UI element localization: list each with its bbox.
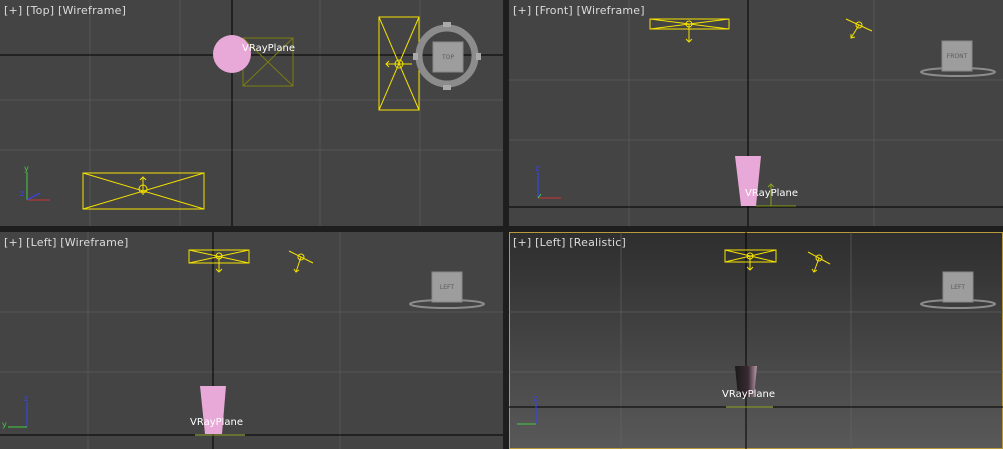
viewport-top[interactable]: [+] [Top] [Wireframe] TOP y z VRayPlane <box>0 0 503 226</box>
viewport-menu-plus[interactable]: [+] <box>4 4 22 17</box>
light-gizmo-horizontal <box>724 249 777 271</box>
viewport-left[interactable]: [+] [Left] [Wireframe] LEFT z y VRayPlan… <box>0 232 503 449</box>
object-label-vrayplane: VRayPlane <box>190 417 244 428</box>
axis-tripod-icon: z y <box>2 394 28 429</box>
viewport-front[interactable]: [+] [Front] [Wireframe] FRONT z VRayPlan… <box>509 0 1003 226</box>
viewport-shading-mode[interactable]: [Wireframe] <box>58 4 126 17</box>
viewcube-face-label: LEFT <box>440 284 454 291</box>
viewport-shading-mode[interactable]: [Wireframe] <box>577 4 645 17</box>
light-gizmo-horizontal <box>188 249 250 273</box>
object-label-vrayplane: VRayPlane <box>722 389 776 400</box>
viewcube-face-label: TOP <box>441 54 454 61</box>
axis-tripod-icon: z <box>517 394 537 425</box>
viewport-point-of-view[interactable]: [Left] <box>535 236 565 249</box>
svg-text:z: z <box>20 189 24 198</box>
light-gizmo-spot <box>845 18 873 39</box>
viewport-point-of-view[interactable]: [Left] <box>26 236 56 249</box>
viewport-point-of-view[interactable]: [Top] <box>26 4 54 17</box>
light-gizmo-vertical <box>378 16 420 111</box>
viewcube[interactable]: FRONT <box>920 40 996 77</box>
viewport-shading-mode[interactable]: [Realistic] <box>569 236 626 249</box>
light-gizmo-horizontal <box>649 18 730 43</box>
viewport-label-top: [+] [Top] [Wireframe] <box>4 4 126 17</box>
viewport-canvas: LEFT z <box>509 232 1003 449</box>
viewport-point-of-view[interactable]: [Front] <box>535 4 573 17</box>
viewport-menu-plus[interactable]: [+] <box>513 236 531 249</box>
viewport-menu-plus[interactable]: [+] <box>513 4 531 17</box>
light-gizmo-spot <box>807 251 831 273</box>
viewport-canvas: TOP y z <box>0 0 503 226</box>
svg-text:z: z <box>24 394 28 403</box>
viewport-shading-mode[interactable]: [Wireframe] <box>60 236 128 249</box>
viewport-label-left: [+] [Left] [Wireframe] <box>4 236 128 249</box>
axis-tripod-icon: y z <box>20 164 50 201</box>
viewport-menu-plus[interactable]: [+] <box>4 236 22 249</box>
svg-text:y: y <box>2 420 7 429</box>
axis-tripod-icon: z <box>535 164 561 199</box>
viewcube-face-label: LEFT <box>951 284 965 291</box>
viewcube[interactable]: LEFT <box>920 271 996 309</box>
viewcube[interactable]: TOP <box>413 22 481 90</box>
svg-text:y: y <box>24 164 29 173</box>
vray-sphere-object <box>213 35 251 73</box>
viewcube[interactable]: LEFT <box>409 271 485 309</box>
light-gizmo-horizontal <box>82 172 205 210</box>
viewport-left-realistic[interactable]: [+] [Left] [Realistic] LEFT z VRayPlane <box>509 232 1003 449</box>
light-gizmo-spot <box>288 250 314 273</box>
viewport-canvas: LEFT z y <box>0 232 503 449</box>
svg-text:z: z <box>535 164 539 173</box>
viewcube-face-label: FRONT <box>947 53 968 60</box>
object-label-vrayplane: VRayPlane <box>745 188 799 199</box>
object-label-vrayplane: VRayPlane <box>242 43 296 54</box>
viewport-label-front: [+] [Front] [Wireframe] <box>513 4 645 17</box>
svg-text:z: z <box>533 394 537 403</box>
viewport-label-realistic: [+] [Left] [Realistic] <box>513 236 626 249</box>
